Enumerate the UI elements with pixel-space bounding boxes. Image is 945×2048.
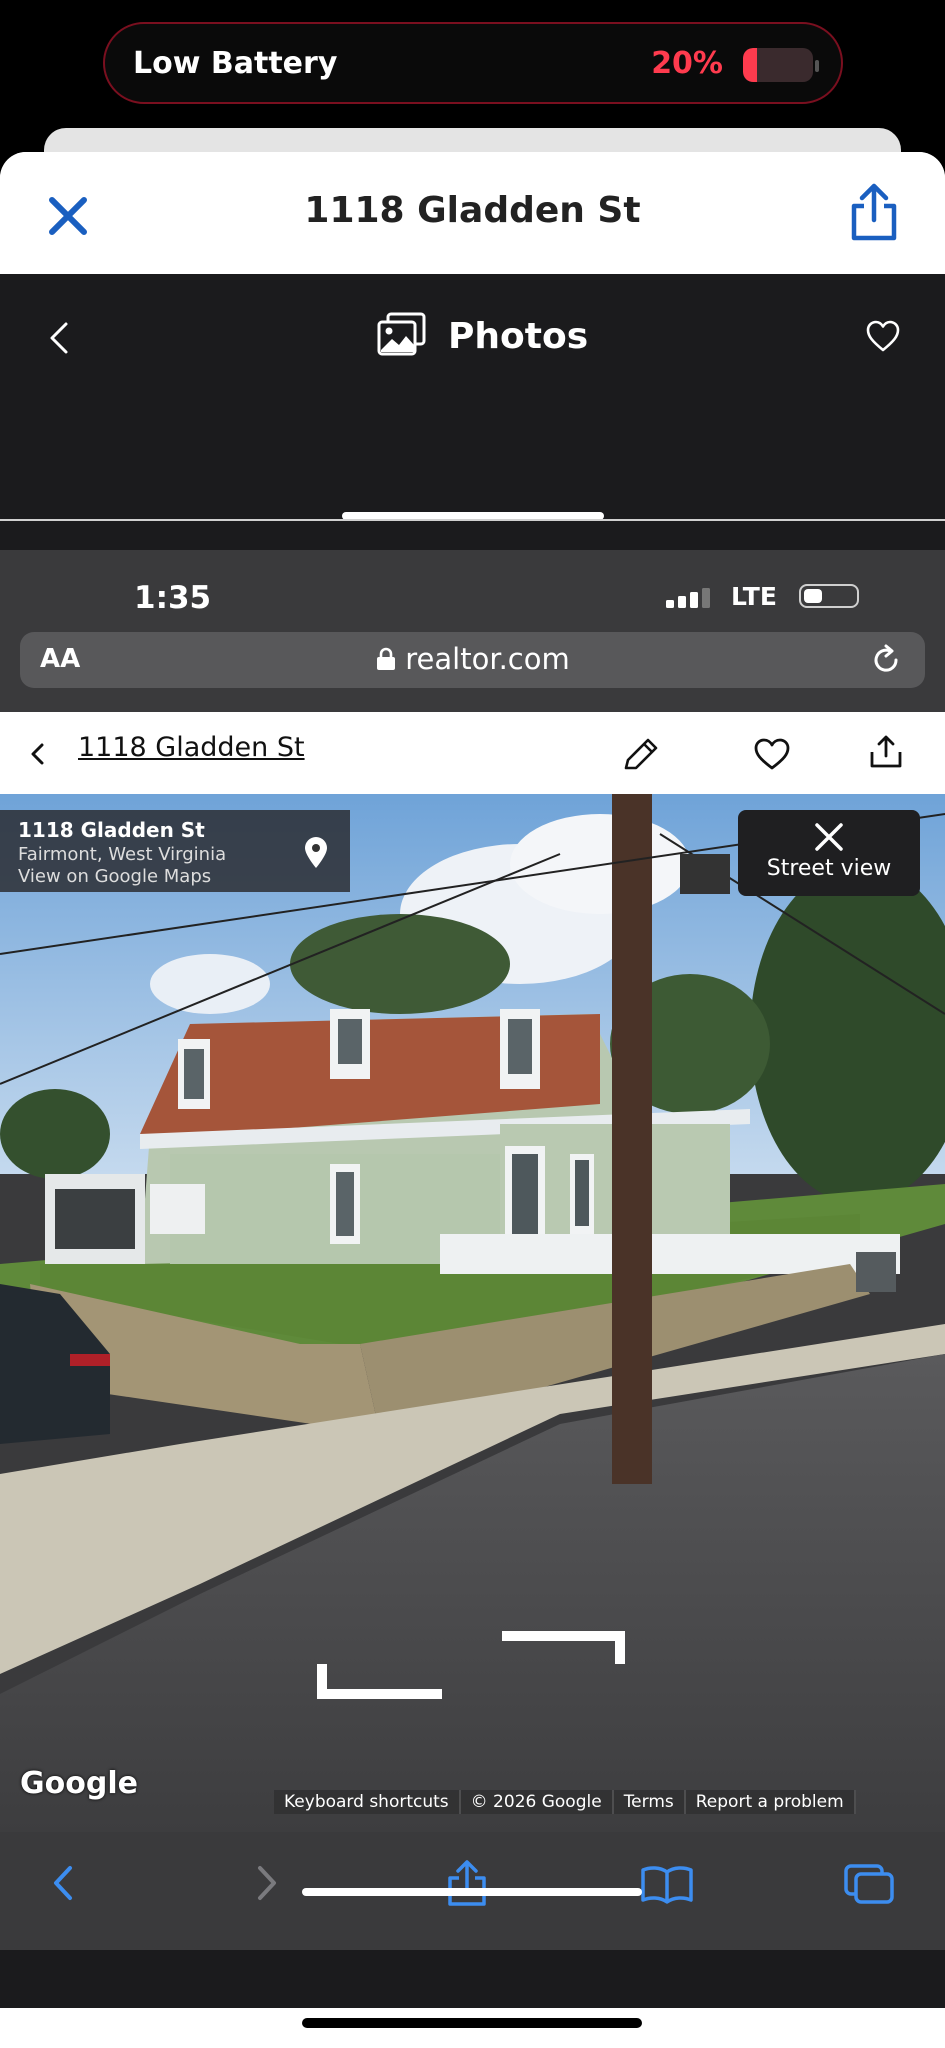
map-pin-button[interactable] (302, 836, 330, 870)
street-view-label: Street view (766, 856, 892, 881)
address-line1: 1118 Gladden St (18, 818, 205, 842)
low-battery-banner: Low Battery 20% (103, 22, 843, 104)
address-line2: Fairmont, West Virginia (18, 844, 227, 865)
battery-icon (799, 584, 859, 608)
photos-icon (377, 312, 426, 356)
map-attribution: Keyboard shortcuts © 2026 Google Terms Repo… (274, 1790, 856, 1814)
photo-footer (0, 1950, 945, 2008)
home-indicator (302, 2018, 642, 2028)
share-button[interactable] (848, 180, 900, 244)
terms-link[interactable]: Terms (613, 1790, 684, 1814)
bookmarks-button[interactable] (640, 1858, 694, 1908)
photo-sheet: 1118 Gladden St Photos 1:35 LTE AA realt… (0, 152, 945, 2048)
google-logo: Google (20, 1766, 138, 1801)
address-card: 1118 Gladden St Fairmont, West Virginia … (0, 810, 350, 892)
browser-back-button[interactable] (36, 1858, 90, 1908)
keyboard-shortcuts-link[interactable]: Keyboard shortcuts (274, 1790, 459, 1814)
reload-button[interactable] (868, 642, 904, 678)
share-icon (448, 1860, 486, 1906)
google-maps-link[interactable]: View on Google Maps (18, 866, 211, 887)
status-time: 1:35 (134, 580, 212, 616)
photos-bar: Photos (0, 274, 945, 550)
sheet-header: 1118 Gladden St (0, 152, 945, 274)
navigation-arrow[interactable] (316, 1664, 446, 1700)
divider (0, 519, 945, 521)
share-icon (870, 735, 902, 768)
tab-photos[interactable]: Photos (376, 312, 588, 362)
battery-percent: 20% (651, 46, 723, 81)
heart-icon (754, 738, 790, 770)
navigation-arrow[interactable] (502, 1630, 626, 1668)
listing-share-button[interactable] (868, 734, 904, 770)
sheet-title: 1118 Gladden St (304, 190, 641, 231)
listing-favorite-button[interactable] (753, 738, 791, 772)
network-label: LTE (731, 582, 777, 611)
tab-photos-label: Photos (448, 316, 589, 357)
close-icon (815, 823, 843, 851)
report-problem-link[interactable]: Report a problem (685, 1790, 854, 1814)
battery-icon (743, 48, 813, 82)
chevron-left-icon (31, 743, 44, 765)
listing-header: 1118 Gladden St (0, 712, 945, 794)
listing-title-link[interactable]: 1118 Gladden St (78, 732, 305, 763)
heart-icon (866, 320, 900, 352)
url-text: realtor.com (20, 642, 925, 676)
home-indicator-inner (302, 1888, 642, 1896)
low-battery-label: Low Battery (133, 46, 338, 81)
chevron-left-icon (54, 1866, 72, 1900)
signal-icon (666, 588, 710, 608)
browser-share-button[interactable] (440, 1858, 494, 1908)
favorite-button[interactable] (866, 320, 900, 354)
forward-icon (258, 1866, 276, 1900)
bookmarks-icon (641, 1866, 693, 1904)
street-view[interactable]: 1118 Gladden St Fairmont, West Virginia … (0, 794, 945, 1832)
edit-button[interactable] (622, 736, 660, 772)
pencil-icon (624, 738, 658, 770)
address-bar[interactable]: AA realtor.com (20, 632, 925, 688)
reload-icon (874, 644, 898, 672)
copyright-text: © 2026 Google (460, 1790, 612, 1814)
url-label: realtor.com (405, 642, 570, 676)
street-view-image (0, 794, 945, 1832)
back-button[interactable] (44, 318, 74, 358)
tabs-button[interactable] (842, 1858, 896, 1908)
pin-icon (305, 837, 327, 868)
browser-forward-button[interactable] (240, 1858, 294, 1908)
listing-photo: 1:35 LTE AA realtor.com 1118 Gladden St (0, 550, 945, 2008)
share-icon (851, 183, 897, 241)
lock-icon (377, 647, 396, 670)
chevron-left-icon (50, 322, 68, 354)
listing-back-button[interactable] (28, 742, 48, 766)
tabs-icon (844, 1864, 894, 1904)
close-street-view-button[interactable]: Street view (738, 810, 920, 896)
